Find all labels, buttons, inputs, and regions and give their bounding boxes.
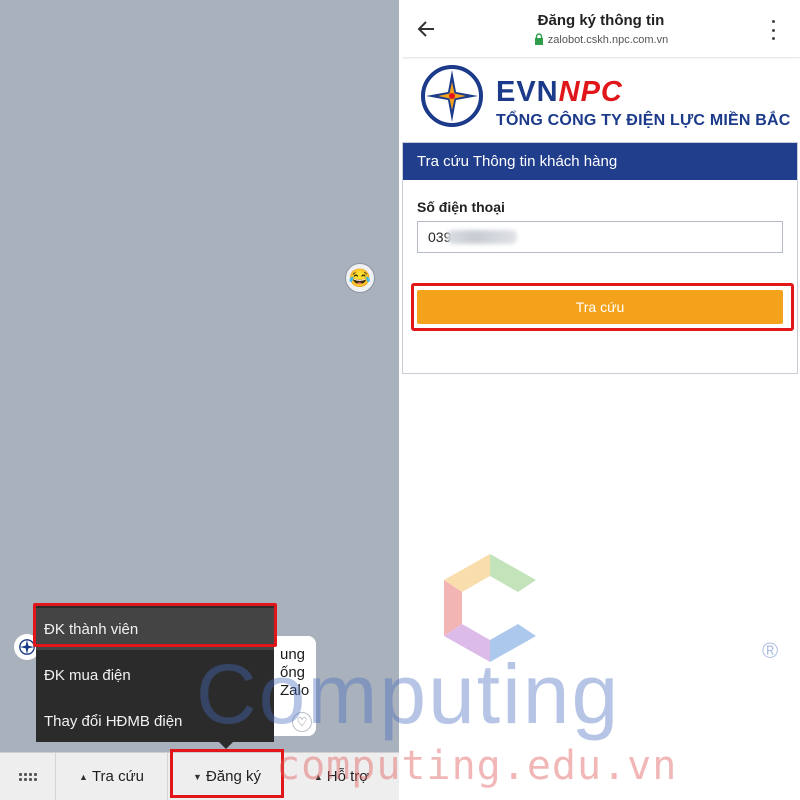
tab-label: Tra cứu bbox=[91, 768, 144, 785]
form-section-title: Tra cứu Thông tin khách hàng bbox=[403, 143, 797, 180]
page-title: Đăng ký thông tin bbox=[537, 12, 665, 29]
brand-npc: NPC bbox=[558, 76, 623, 108]
lock-icon bbox=[534, 33, 543, 45]
page-url: zalobot.cskh.npc.com.vn bbox=[402, 33, 800, 46]
keyboard-icon bbox=[18, 772, 37, 781]
url-text: zalobot.cskh.npc.com.vn bbox=[547, 34, 669, 46]
brand-name: EVNNPC bbox=[496, 76, 623, 109]
evn-star-logo-icon bbox=[421, 65, 483, 127]
watermark-word: Computing bbox=[196, 647, 621, 741]
highlight-box-menu-item bbox=[33, 603, 277, 647]
highlight-box-tab bbox=[170, 749, 284, 798]
popup-caret bbox=[219, 742, 233, 749]
evnnpc-logo: EVNNPC TỔNG CÔNG TY ĐIỆN LỰC MIỀN BẮC bbox=[420, 62, 790, 134]
emoji-reaction[interactable]: 😂 bbox=[345, 263, 375, 293]
tab-tra-cuu[interactable]: ▲ Tra cứu bbox=[56, 753, 168, 800]
triangle-up-icon: ▲ bbox=[79, 771, 88, 782]
watermark-url: computing.edu.vn bbox=[276, 743, 678, 789]
watermark-registered-mark: ® bbox=[762, 638, 779, 663]
phone-field-label: Số điện thoại bbox=[417, 199, 505, 215]
keyboard-toggle-button[interactable] bbox=[0, 753, 56, 800]
more-options-icon[interactable] bbox=[770, 20, 776, 40]
laughing-emoji-icon: 😂 bbox=[348, 268, 372, 288]
highlight-box-button bbox=[411, 283, 794, 331]
brand-evn: EVN bbox=[496, 76, 559, 108]
lookup-form-card: Tra cứu Thông tin khách hàng Số điện tho… bbox=[402, 142, 798, 374]
menu-item-label: ĐK mua điện bbox=[44, 666, 131, 684]
webview-header: Đăng ký thông tin zalobot.cskh.npc.com.v… bbox=[402, 0, 800, 57]
redacted-phone-digits bbox=[447, 230, 517, 244]
menu-item-label: Thay đổi HĐMB điện bbox=[44, 712, 183, 730]
brand-subtitle: TỔNG CÔNG TY ĐIỆN LỰC MIỀN BẮC bbox=[496, 112, 791, 129]
